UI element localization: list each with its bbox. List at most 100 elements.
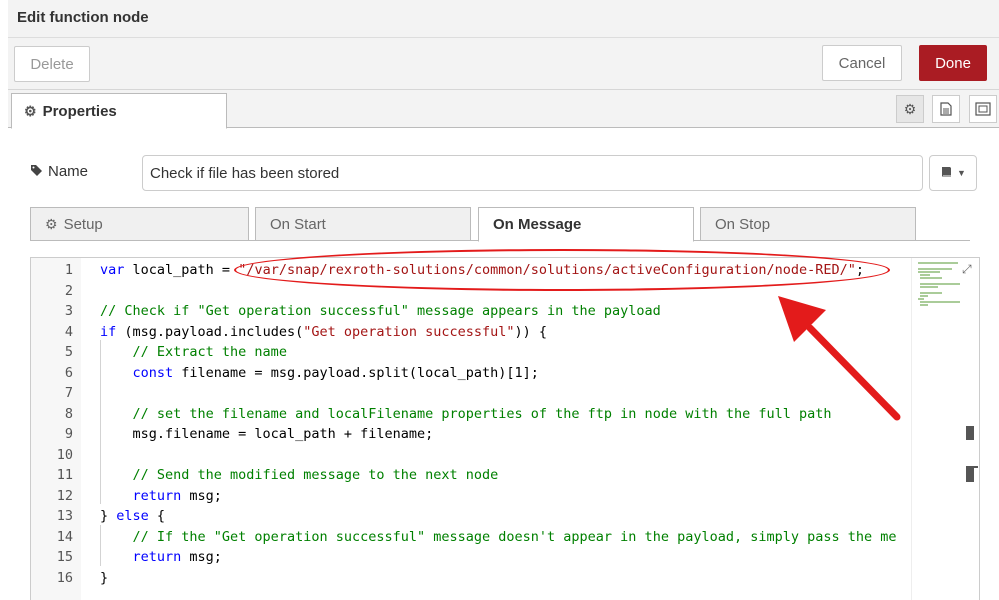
- node-icon-selector-button[interactable]: ▼: [929, 155, 977, 191]
- code-token: else: [116, 508, 149, 524]
- tab-on-stop[interactable]: On Stop: [700, 207, 916, 241]
- line-number: 8: [64, 405, 73, 422]
- line-number: 1: [64, 262, 73, 278]
- code-text: if (msg.payload.includes("Get operation …: [100, 322, 547, 343]
- tab-setup[interactable]: ⚙ Setup: [30, 207, 249, 241]
- line-number: 14: [56, 528, 73, 545]
- line-number: 5: [64, 344, 73, 360]
- code-line[interactable]: 9 msg.filename = local_path + filename;: [31, 424, 911, 445]
- code-editor[interactable]: 1 var local_path = "/var/snap/rexroth-sol…: [30, 257, 980, 600]
- done-button[interactable]: Done: [919, 45, 987, 81]
- code-line[interactable]: 13} else {: [31, 506, 911, 527]
- line-number: 11: [56, 467, 73, 483]
- line-number: 2: [64, 282, 73, 299]
- code-line[interactable]: 6 const filename = msg.payload.split(loc…: [31, 363, 911, 384]
- code-text: }: [100, 568, 108, 589]
- dialog-toolbar: Delete Cancel Done: [8, 38, 999, 90]
- code-text: const filename = msg.payload.split(local…: [100, 363, 539, 384]
- code-token: msg;: [181, 487, 222, 504]
- code-token: const: [132, 364, 174, 381]
- tab-properties-label: Properties: [42, 102, 117, 120]
- code-token: }: [100, 508, 117, 524]
- dialog-title: Edit function node: [17, 9, 149, 26]
- code-line[interactable]: 7: [31, 383, 911, 404]
- line-number: 10: [56, 446, 73, 463]
- tab-properties[interactable]: ⚙ Properties: [11, 93, 227, 129]
- gear-icon[interactable]: ⚙: [896, 95, 924, 123]
- code-text: // Extract the name: [100, 342, 287, 363]
- code-text: // set the filename and localFilename pr…: [100, 404, 832, 425]
- delete-button[interactable]: Delete: [14, 46, 90, 82]
- code-token: msg.filename = local_path + filename;: [100, 426, 434, 442]
- scrollbar-marker: [966, 468, 974, 482]
- line-number: 4: [64, 323, 73, 340]
- code-line[interactable]: 16}: [31, 568, 911, 589]
- code-token: msg;: [181, 549, 222, 565]
- code-minimap[interactable]: [911, 258, 965, 600]
- code-text: var local_path = "/var/snap/rexroth-solu…: [100, 260, 864, 281]
- code-text: msg.filename = local_path + filename;: [100, 424, 434, 445]
- code-line[interactable]: 3 // Check if "Get operation successful" …: [31, 301, 911, 322]
- code-line[interactable]: 15 return msg;: [31, 547, 911, 568]
- name-input[interactable]: [142, 155, 923, 191]
- code-token: if: [100, 323, 117, 340]
- code-token: ;: [855, 262, 865, 278]
- name-label: Name: [30, 163, 88, 180]
- line-number: 3: [64, 303, 73, 319]
- code-line[interactable]: 5 // Extract the name: [31, 342, 911, 363]
- code-token: "/var/snap/rexroth-solutions/common/solu…: [238, 262, 856, 278]
- code-line[interactable]: 4 if (msg.payload.includes("Get operation…: [31, 322, 911, 343]
- code-line[interactable]: 10: [31, 445, 911, 466]
- line-number: 9: [64, 426, 73, 442]
- function-subtabs: ⚙ Setup On Start On Message On Stop: [30, 207, 970, 242]
- code-token: "Get operation successful": [303, 323, 515, 340]
- name-label-text: Name: [48, 163, 89, 180]
- caret-down-icon: ▼: [957, 168, 966, 178]
- line-number: 12: [56, 487, 73, 504]
- code-token: local_path =: [124, 262, 239, 278]
- layout-icon[interactable]: [969, 95, 997, 123]
- code-text: return msg;: [100, 547, 222, 568]
- code-text: // Send the modified message to the next…: [100, 465, 499, 486]
- tab-on-message[interactable]: On Message: [478, 207, 694, 242]
- tag-icon: [30, 164, 43, 180]
- tab-bar: ⚙ Properties ⚙: [8, 90, 999, 129]
- gear-icon: ⚙: [45, 215, 58, 232]
- gear-icon: ⚙: [24, 102, 37, 119]
- code-token: // set the filename and localFilename pr…: [132, 405, 832, 422]
- line-number: 13: [56, 508, 73, 524]
- indent-guide: [100, 340, 101, 504]
- code-token: }: [100, 569, 109, 586]
- document-icon[interactable]: [932, 95, 960, 123]
- code-token: return: [132, 549, 182, 565]
- code-token: // Send the modified message to the next…: [132, 467, 499, 483]
- indent-guide: [100, 525, 101, 566]
- code-token: {: [148, 508, 166, 524]
- code-line[interactable]: 2: [31, 281, 911, 302]
- cancel-button[interactable]: Cancel: [822, 45, 902, 81]
- line-number: 16: [56, 569, 73, 586]
- code-text: // If the "Get operation successful" mes…: [100, 527, 897, 548]
- line-number: 15: [56, 549, 73, 565]
- code-token: )) {: [514, 323, 548, 340]
- code-token: // If the "Get operation successful" mes…: [132, 528, 897, 545]
- code-line[interactable]: 14 // If the "Get operation successful" …: [31, 527, 911, 548]
- tab-on-start[interactable]: On Start: [255, 207, 471, 241]
- line-number: 6: [64, 364, 73, 381]
- code-token: // Check if "Get operation successful" m…: [100, 303, 661, 319]
- code-line[interactable]: 8 // set the filename and localFilename …: [31, 404, 911, 425]
- code-token: var: [100, 262, 125, 278]
- code-token: (msg.payload.includes(: [116, 323, 304, 340]
- code-line[interactable]: 12 return msg;: [31, 486, 911, 507]
- code-token: return: [132, 487, 182, 504]
- code-text: return msg;: [100, 486, 222, 507]
- expand-icon[interactable]: ⤢: [962, 262, 972, 277]
- code-line[interactable]: 1 var local_path = "/var/snap/rexroth-sol…: [31, 260, 911, 281]
- code-text: // Check if "Get operation successful" m…: [100, 301, 661, 322]
- code-line[interactable]: 11 // Send the modified message to the n…: [31, 465, 911, 486]
- scrollbar-thumb[interactable]: [966, 426, 974, 440]
